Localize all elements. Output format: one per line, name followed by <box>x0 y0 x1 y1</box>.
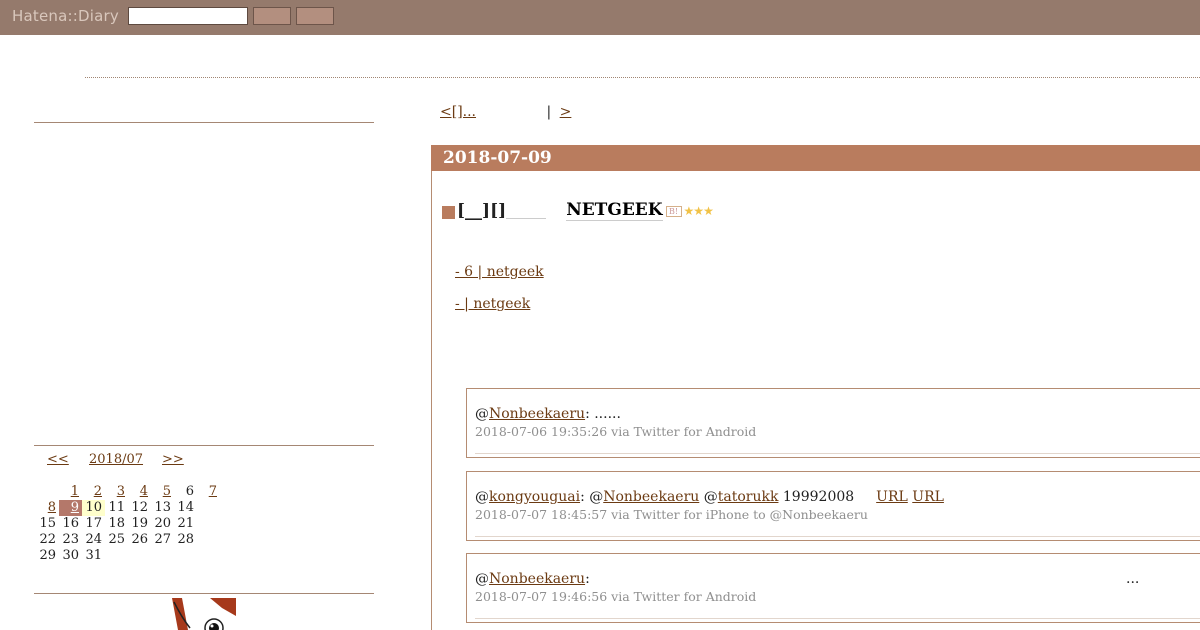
tweet-card: @Nonbeekaeru:... 2018-07-07 19:46:56 via… <box>466 553 1200 623</box>
tweet-card: @kongyouguai: @Nonbeekaeru @tatorukk 199… <box>466 471 1200 541</box>
calendar-day: 6 <box>185 484 194 499</box>
related-link[interactable]: - | netgeek <box>455 296 580 312</box>
related-link[interactable]: - 6 | netgeek <box>455 264 594 280</box>
calendar-day: 27 <box>154 532 171 547</box>
calendar-month-link[interactable]: 2018/07 <box>89 452 143 467</box>
entry-title-gap <box>506 203 547 219</box>
tweet-divider <box>475 618 1200 619</box>
calendar-day: 24 <box>85 532 102 547</box>
calendar-day: 20 <box>154 516 171 531</box>
calendar-day: 25 <box>108 532 125 547</box>
calendar-day: 18 <box>108 516 125 531</box>
profile-illustration-icon <box>172 598 236 630</box>
calendar-week: 15 16 17 18 19 20 21 <box>36 516 220 532</box>
tweet-text: @Nonbeekaeru: ...... <box>475 406 621 422</box>
pager: <[]... | > <box>440 104 587 120</box>
calendar-week: 8 9 10 11 12 13 14 <box>36 500 220 516</box>
calendar-day: 12 <box>131 500 148 515</box>
tweet-divider <box>475 453 1200 454</box>
calendar-prev-link[interactable]: << <box>47 452 69 467</box>
user-link[interactable]: kongyouguai <box>489 489 580 505</box>
url-link[interactable]: URL <box>912 489 944 505</box>
calendar-day: 11 <box>108 500 125 515</box>
tweet-meta: 2018-07-07 18:45:57 via Twitter for iPho… <box>475 507 868 522</box>
calendar-day: 14 <box>177 500 194 515</box>
calendar-day <box>36 484 59 500</box>
calendar-day: 29 <box>39 548 56 563</box>
calendar-week: 29 30 31 <box>36 548 220 564</box>
calendar-week: 1 2 3 4 5 6 7 <box>36 484 220 500</box>
calendar-week: 22 23 24 25 26 27 28 <box>36 532 220 548</box>
tweet-meta: 2018-07-06 19:35:26 via Twitter for Andr… <box>475 424 757 439</box>
entry-marker-icon <box>442 205 455 219</box>
site-logo[interactable]: Hatena::Diary <box>12 7 119 25</box>
bookmark-icon[interactable]: B! <box>665 206 682 217</box>
user-link[interactable]: tatorukk <box>718 489 779 505</box>
tweet-meta: 2018-07-07 19:46:56 via Twitter for Andr… <box>475 589 757 604</box>
calendar-day: 26 <box>131 532 148 547</box>
calendar-day-today: 10 <box>82 500 105 516</box>
header-divider <box>85 77 1200 78</box>
next-entry-link[interactable]: > <box>560 104 588 120</box>
calendar-day: 21 <box>177 516 194 531</box>
calendar-day: 30 <box>62 548 79 563</box>
search-button[interactable] <box>253 7 291 25</box>
user-link[interactable]: Nonbeekaeru <box>489 406 585 422</box>
calendar-day[interactable]: 5 <box>151 484 174 500</box>
calendar-day[interactable]: 3 <box>105 484 128 500</box>
calendar-next-link[interactable]: >> <box>162 452 184 467</box>
star-icon[interactable]: ★★★ <box>684 204 714 218</box>
calendar-day: 13 <box>154 500 171 515</box>
calendar-day: 28 <box>177 532 194 547</box>
user-link[interactable]: Nonbeekaeru <box>603 489 699 505</box>
tweet-card: @Nonbeekaeru: ...... 2018-07-06 19:35:26… <box>466 388 1200 458</box>
calendar-day[interactable]: 8 <box>36 500 59 516</box>
calendar-day-selected[interactable]: 9 <box>59 500 82 516</box>
tweet-divider <box>475 536 1200 537</box>
calendar-day[interactable]: 7 <box>197 484 220 500</box>
sidebar-divider <box>34 445 374 446</box>
day-date[interactable]: 2018-07-09 <box>443 148 552 168</box>
entry-title: [__][] NETGEEK B! ★★★ <box>442 200 714 221</box>
url-link[interactable]: URL <box>876 489 908 505</box>
top-bar: Hatena::Diary <box>0 0 1200 35</box>
search-input[interactable] <box>128 7 248 25</box>
day-header: 2018-07-09 <box>431 145 1200 171</box>
login-button[interactable] <box>296 7 334 25</box>
tweet-ellipsis: ... <box>1126 571 1140 587</box>
calendar-day: 22 <box>39 532 56 547</box>
profile-image[interactable] <box>172 598 236 630</box>
user-link[interactable]: Nonbeekaeru <box>489 571 585 587</box>
calendar-day: 16 <box>62 516 79 531</box>
calendar-day[interactable]: 2 <box>82 484 105 500</box>
calendar-day: 19 <box>131 516 148 531</box>
calendar-day: 23 <box>62 532 79 547</box>
tweet-text: @Nonbeekaeru:... <box>475 571 1140 587</box>
sidebar-divider <box>34 593 374 594</box>
entry-title-link[interactable]: NETGEEK <box>566 200 663 221</box>
calendar-day: 31 <box>85 548 102 563</box>
prev-entry-link[interactable]: <[]... <box>440 104 536 120</box>
calendar-day: 15 <box>39 516 56 531</box>
calendar: 1 2 3 4 5 6 7 8 9 10 11 12 13 14 15 16 1… <box>36 484 220 564</box>
sidebar-divider <box>34 122 374 123</box>
tweet-text: @kongyouguai: @Nonbeekaeru @tatorukk 199… <box>475 489 944 505</box>
pager-separator: | <box>546 104 552 120</box>
calendar-day: 17 <box>85 516 102 531</box>
calendar-day[interactable]: 1 <box>59 484 82 500</box>
calendar-day[interactable]: 4 <box>128 484 151 500</box>
entry-title-text: [__][] <box>457 200 507 221</box>
